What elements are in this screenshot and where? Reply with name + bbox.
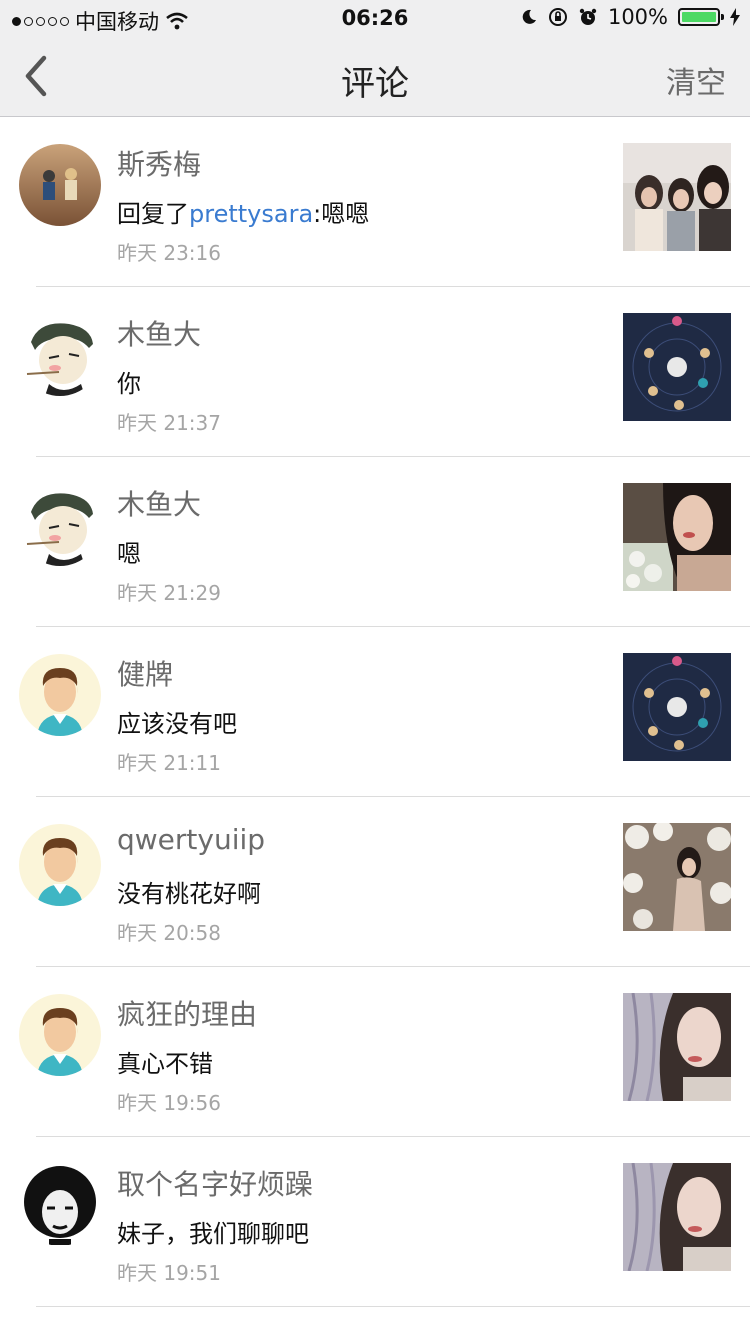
comment-row[interactable]: 木鱼大 你 昨天 21:37 <box>0 287 750 457</box>
clear-button[interactable]: 清空 <box>666 58 726 102</box>
comment-time: 昨天 21:29 <box>117 581 221 605</box>
avatar[interactable] <box>19 824 101 906</box>
commenter-name[interactable]: qwertyuiip <box>117 823 265 856</box>
comment-time: 昨天 23:16 <box>117 241 221 265</box>
post-thumbnail[interactable] <box>623 313 731 421</box>
post-thumbnail[interactable] <box>623 653 731 761</box>
comment-text: 应该没有吧 <box>117 710 237 738</box>
post-thumbnail[interactable] <box>623 483 731 591</box>
comment-text: 没有桃花好啊 <box>117 880 261 908</box>
comment-time: 昨天 21:11 <box>117 751 221 775</box>
page-title: 评论 <box>341 64 409 104</box>
moon-icon <box>522 9 536 24</box>
battery-icon <box>678 8 724 26</box>
comment-row[interactable]: 疯狂的理由 真心不错 昨天 19:56 <box>0 967 750 1137</box>
avatar[interactable] <box>19 654 101 736</box>
alarm-icon <box>579 8 597 25</box>
comment-row[interactable]: 木鱼大 嗯 昨天 21:29 <box>0 457 750 627</box>
status-icons: 100% <box>520 5 740 29</box>
comment-time: 昨天 20:58 <box>117 921 221 945</box>
commenter-name[interactable]: 斯秀梅 <box>117 143 201 183</box>
status-bar: 中国移动 06:26 100% <box>0 0 750 38</box>
comment-text: 妹子，我们聊聊吧 <box>117 1220 309 1248</box>
commenter-name[interactable]: 取个名字好烦躁 <box>117 1163 313 1203</box>
avatar[interactable] <box>19 314 101 396</box>
comment-text: 回复了prettysara:嗯嗯 <box>117 200 370 228</box>
commenter-name[interactable]: 疯狂的理由 <box>117 993 257 1033</box>
post-thumbnail[interactable] <box>623 1163 731 1271</box>
avatar[interactable] <box>19 994 101 1076</box>
commenter-name[interactable]: 健牌 <box>117 653 173 693</box>
row-divider <box>36 1306 750 1307</box>
navigation-bar: 评论 清空 <box>0 38 750 117</box>
battery-percent: 100% <box>607 5 668 29</box>
comment-text: 嗯 <box>117 540 141 568</box>
post-thumbnail[interactable] <box>623 823 731 931</box>
charging-icon <box>730 8 740 26</box>
comment-row[interactable]: 健牌 应该没有吧 昨天 21:11 <box>0 627 750 797</box>
comment-text: 真心不错 <box>117 1050 213 1078</box>
commenter-name[interactable]: 木鱼大 <box>117 483 201 523</box>
rotation-lock-icon <box>548 8 567 26</box>
comment-row[interactable]: 取个名字好烦躁 妹子，我们聊聊吧 昨天 19:51 <box>0 1137 750 1307</box>
commenter-name[interactable]: 木鱼大 <box>117 313 201 353</box>
avatar[interactable] <box>19 484 101 566</box>
mention-link[interactable]: prettysara <box>189 200 313 228</box>
comment-time: 昨天 19:56 <box>117 1091 221 1115</box>
comment-row[interactable]: qwertyuiip 没有桃花好啊 昨天 20:58 <box>0 797 750 967</box>
avatar[interactable] <box>19 1164 101 1246</box>
comment-row[interactable]: 斯秀梅 回复了prettysara:嗯嗯 昨天 23:16 <box>0 117 750 287</box>
comment-time: 昨天 19:51 <box>117 1261 221 1285</box>
comment-list: 斯秀梅 回复了prettysara:嗯嗯 昨天 23:16 木鱼大 你 昨天 2… <box>0 117 750 1307</box>
comment-time: 昨天 21:37 <box>117 411 221 435</box>
avatar[interactable] <box>19 144 101 226</box>
comment-text: 你 <box>117 370 141 398</box>
post-thumbnail[interactable] <box>623 143 731 251</box>
post-thumbnail[interactable] <box>623 993 731 1101</box>
